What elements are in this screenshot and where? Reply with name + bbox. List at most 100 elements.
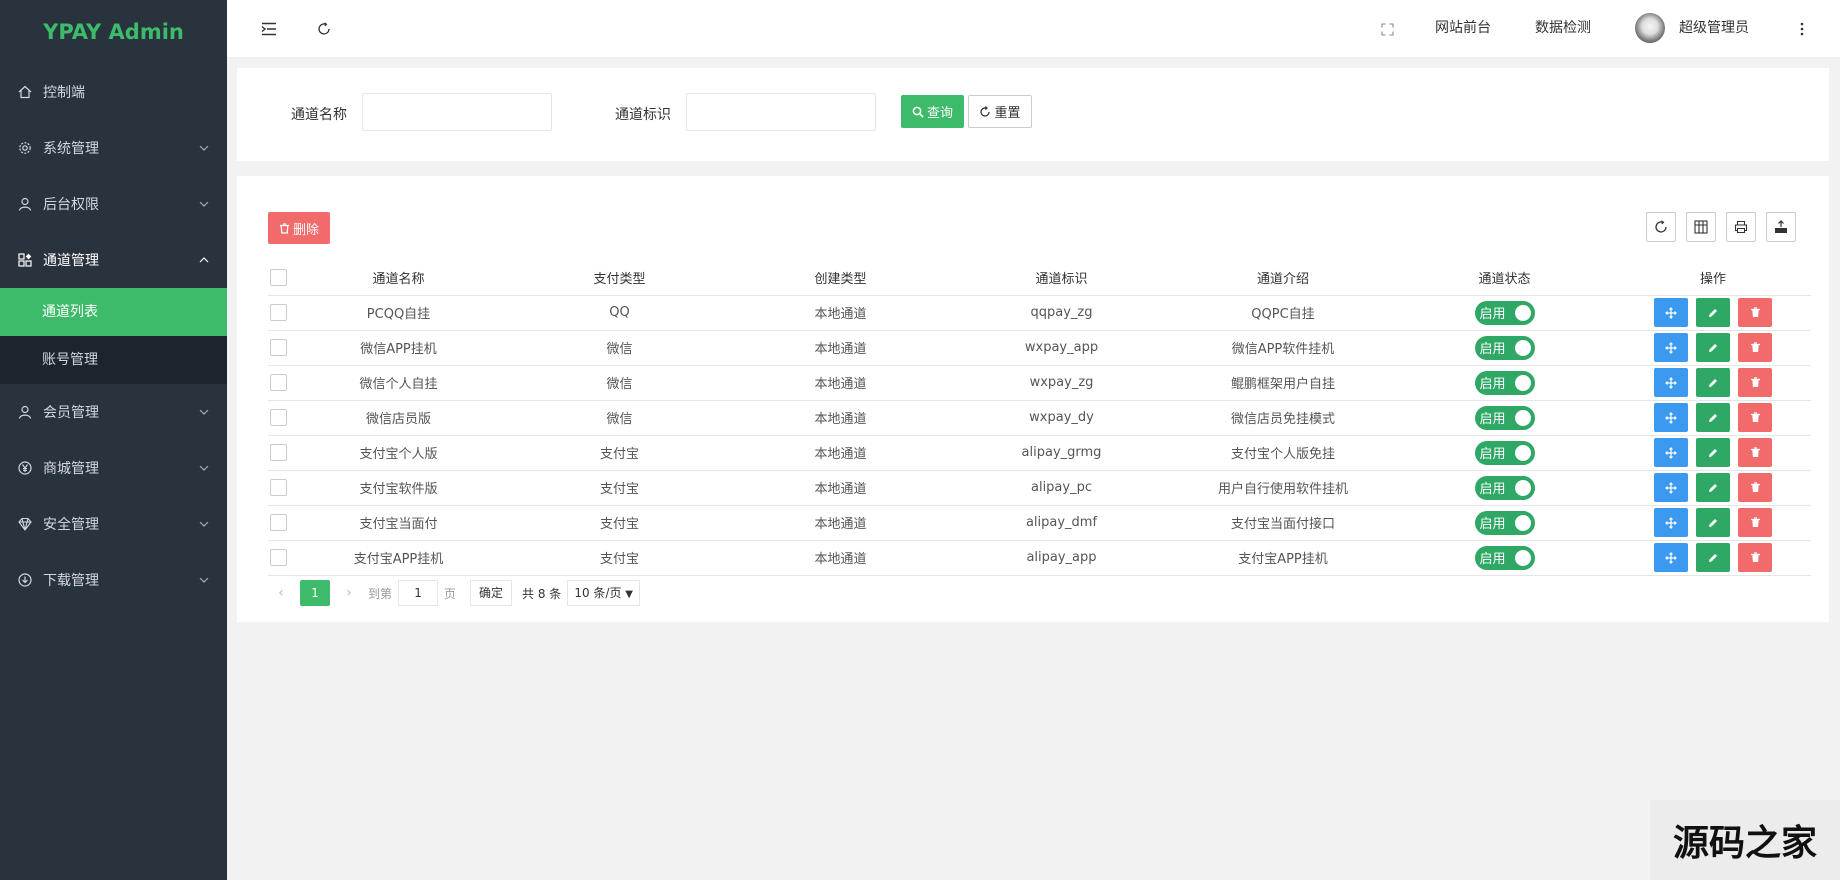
sidebar-item-dashboard[interactable]: 控制端	[0, 64, 227, 120]
move-icon	[1665, 376, 1677, 389]
table-row: 微信店员版 微信 本地通道 wxpay_dy 微信店员免挂模式 启用	[268, 400, 1811, 436]
refresh-icon	[1655, 220, 1667, 233]
actions-cell	[1615, 295, 1811, 331]
status-toggle[interactable]: 启用	[1474, 440, 1535, 465]
edit-icon	[1709, 378, 1717, 387]
channel-id-input[interactable]	[686, 93, 876, 131]
channel-id-cell: wxpay_dy	[951, 400, 1172, 436]
edit-button[interactable]	[1696, 333, 1730, 362]
row-checkbox[interactable]	[269, 444, 287, 461]
row-checkbox[interactable]	[269, 549, 287, 566]
row-checkbox[interactable]	[269, 374, 287, 391]
edit-button[interactable]	[1696, 508, 1730, 537]
reset-button[interactable]: 重置	[968, 95, 1032, 128]
refresh-icon[interactable]	[314, 19, 334, 39]
move-button[interactable]	[1653, 403, 1688, 432]
edit-button[interactable]	[1696, 368, 1730, 397]
move-icon	[1665, 306, 1677, 319]
page-size-select[interactable]: 10 条/页 ▼	[567, 580, 640, 606]
status-toggle[interactable]: 启用	[1474, 545, 1535, 570]
create-type-cell: 本地通道	[730, 330, 951, 366]
print-button[interactable]	[1726, 212, 1756, 242]
move-button[interactable]	[1653, 473, 1688, 502]
edit-button[interactable]	[1696, 543, 1730, 572]
move-button[interactable]	[1653, 543, 1688, 572]
delete-button[interactable]	[1738, 368, 1773, 397]
move-button[interactable]	[1653, 368, 1688, 397]
sidebar-item-permissions[interactable]: 后台权限	[0, 176, 227, 232]
edit-button[interactable]	[1696, 438, 1730, 467]
channel-name-input[interactable]	[362, 93, 552, 131]
delete-button[interactable]	[1738, 333, 1773, 362]
row-checkbox[interactable]	[269, 409, 287, 426]
export-button[interactable]	[1766, 212, 1796, 242]
status-toggle[interactable]: 启用	[1474, 370, 1535, 395]
goto-page-input[interactable]: 1	[398, 580, 439, 606]
trash-icon	[1750, 517, 1760, 527]
sidebar-item-system[interactable]: 系统管理	[0, 120, 227, 176]
edit-button[interactable]	[1696, 403, 1730, 432]
sidebar-subitem-channel-list[interactable]: 通道列表	[0, 288, 227, 336]
more-vertical-icon[interactable]	[1792, 19, 1812, 39]
delete-button[interactable]	[1738, 543, 1773, 572]
chevron-down-icon	[199, 409, 209, 415]
edit-button[interactable]	[1696, 298, 1730, 327]
menu-toggle-icon[interactable]	[259, 19, 279, 39]
sidebar-subitem-account-manage[interactable]: 账号管理	[0, 336, 227, 384]
caret-down-icon: ▼	[625, 589, 633, 600]
site-front-link[interactable]: 网站前台	[1435, 0, 1491, 56]
channel-id-cell: qqpay_zg	[951, 295, 1172, 331]
sidebar-item-mall[interactable]: 商城管理	[0, 440, 227, 496]
move-button[interactable]	[1653, 333, 1688, 362]
table-refresh-button[interactable]	[1646, 212, 1676, 242]
next-page-icon[interactable]: ›	[336, 585, 362, 601]
edit-icon	[1709, 448, 1717, 457]
status-toggle[interactable]: 启用	[1474, 335, 1535, 360]
row-checkbox[interactable]	[269, 304, 287, 321]
status-toggle[interactable]: 启用	[1474, 510, 1535, 535]
avatar[interactable]	[1635, 13, 1665, 43]
sidebar-item-downloads[interactable]: 下载管理	[0, 552, 227, 608]
batch-delete-button[interactable]: 删除	[268, 212, 330, 244]
trash-icon	[1750, 412, 1760, 422]
sidebar-item-security[interactable]: 安全管理	[0, 496, 227, 552]
channel-id-cell: alipay_app	[951, 540, 1172, 576]
data-check-link[interactable]: 数据检测	[1535, 0, 1591, 56]
goto-confirm-button[interactable]: 确定	[470, 580, 513, 606]
sidebar-item-channels[interactable]: 通道管理	[0, 232, 227, 288]
status-cell: 启用	[1394, 400, 1615, 436]
delete-button[interactable]	[1738, 473, 1773, 502]
move-button[interactable]	[1653, 298, 1688, 327]
fullscreen-icon[interactable]	[1377, 19, 1397, 39]
status-toggle[interactable]: 启用	[1474, 475, 1535, 500]
app-logo: YPAY Admin	[43, 20, 184, 44]
prev-page-icon[interactable]: ‹	[268, 585, 294, 601]
sidebar-item-members[interactable]: 会员管理	[0, 384, 227, 440]
delete-button[interactable]	[1738, 438, 1773, 467]
channel-id-cell: alipay_pc	[951, 470, 1172, 506]
pay-type-cell: 微信	[509, 330, 730, 366]
status-toggle[interactable]: 启用	[1474, 300, 1535, 325]
user-icon	[18, 197, 32, 211]
delete-button[interactable]	[1738, 403, 1773, 432]
delete-button[interactable]	[1738, 298, 1773, 327]
pay-type-cell: 支付宝	[509, 470, 730, 506]
column-header: 操作	[1615, 260, 1811, 296]
select-all-checkbox[interactable]	[269, 268, 287, 286]
page-number-current[interactable]: 1	[300, 580, 330, 606]
delete-button[interactable]	[1738, 508, 1773, 537]
user-name[interactable]: 超级管理员	[1679, 0, 1749, 56]
move-button[interactable]	[1653, 508, 1688, 537]
edit-button[interactable]	[1696, 473, 1730, 502]
status-toggle[interactable]: 启用	[1474, 405, 1535, 430]
download-icon	[18, 573, 32, 587]
columns-filter-button[interactable]	[1686, 212, 1716, 242]
search-button[interactable]: 查询	[901, 95, 964, 128]
row-checkbox[interactable]	[269, 479, 287, 496]
create-type-cell: 本地通道	[730, 365, 951, 401]
chevron-down-icon	[199, 577, 209, 583]
row-checkbox[interactable]	[269, 339, 287, 356]
move-button[interactable]	[1653, 438, 1688, 467]
status-toggle-label: 启用	[1479, 482, 1506, 497]
row-checkbox[interactable]	[269, 514, 287, 531]
